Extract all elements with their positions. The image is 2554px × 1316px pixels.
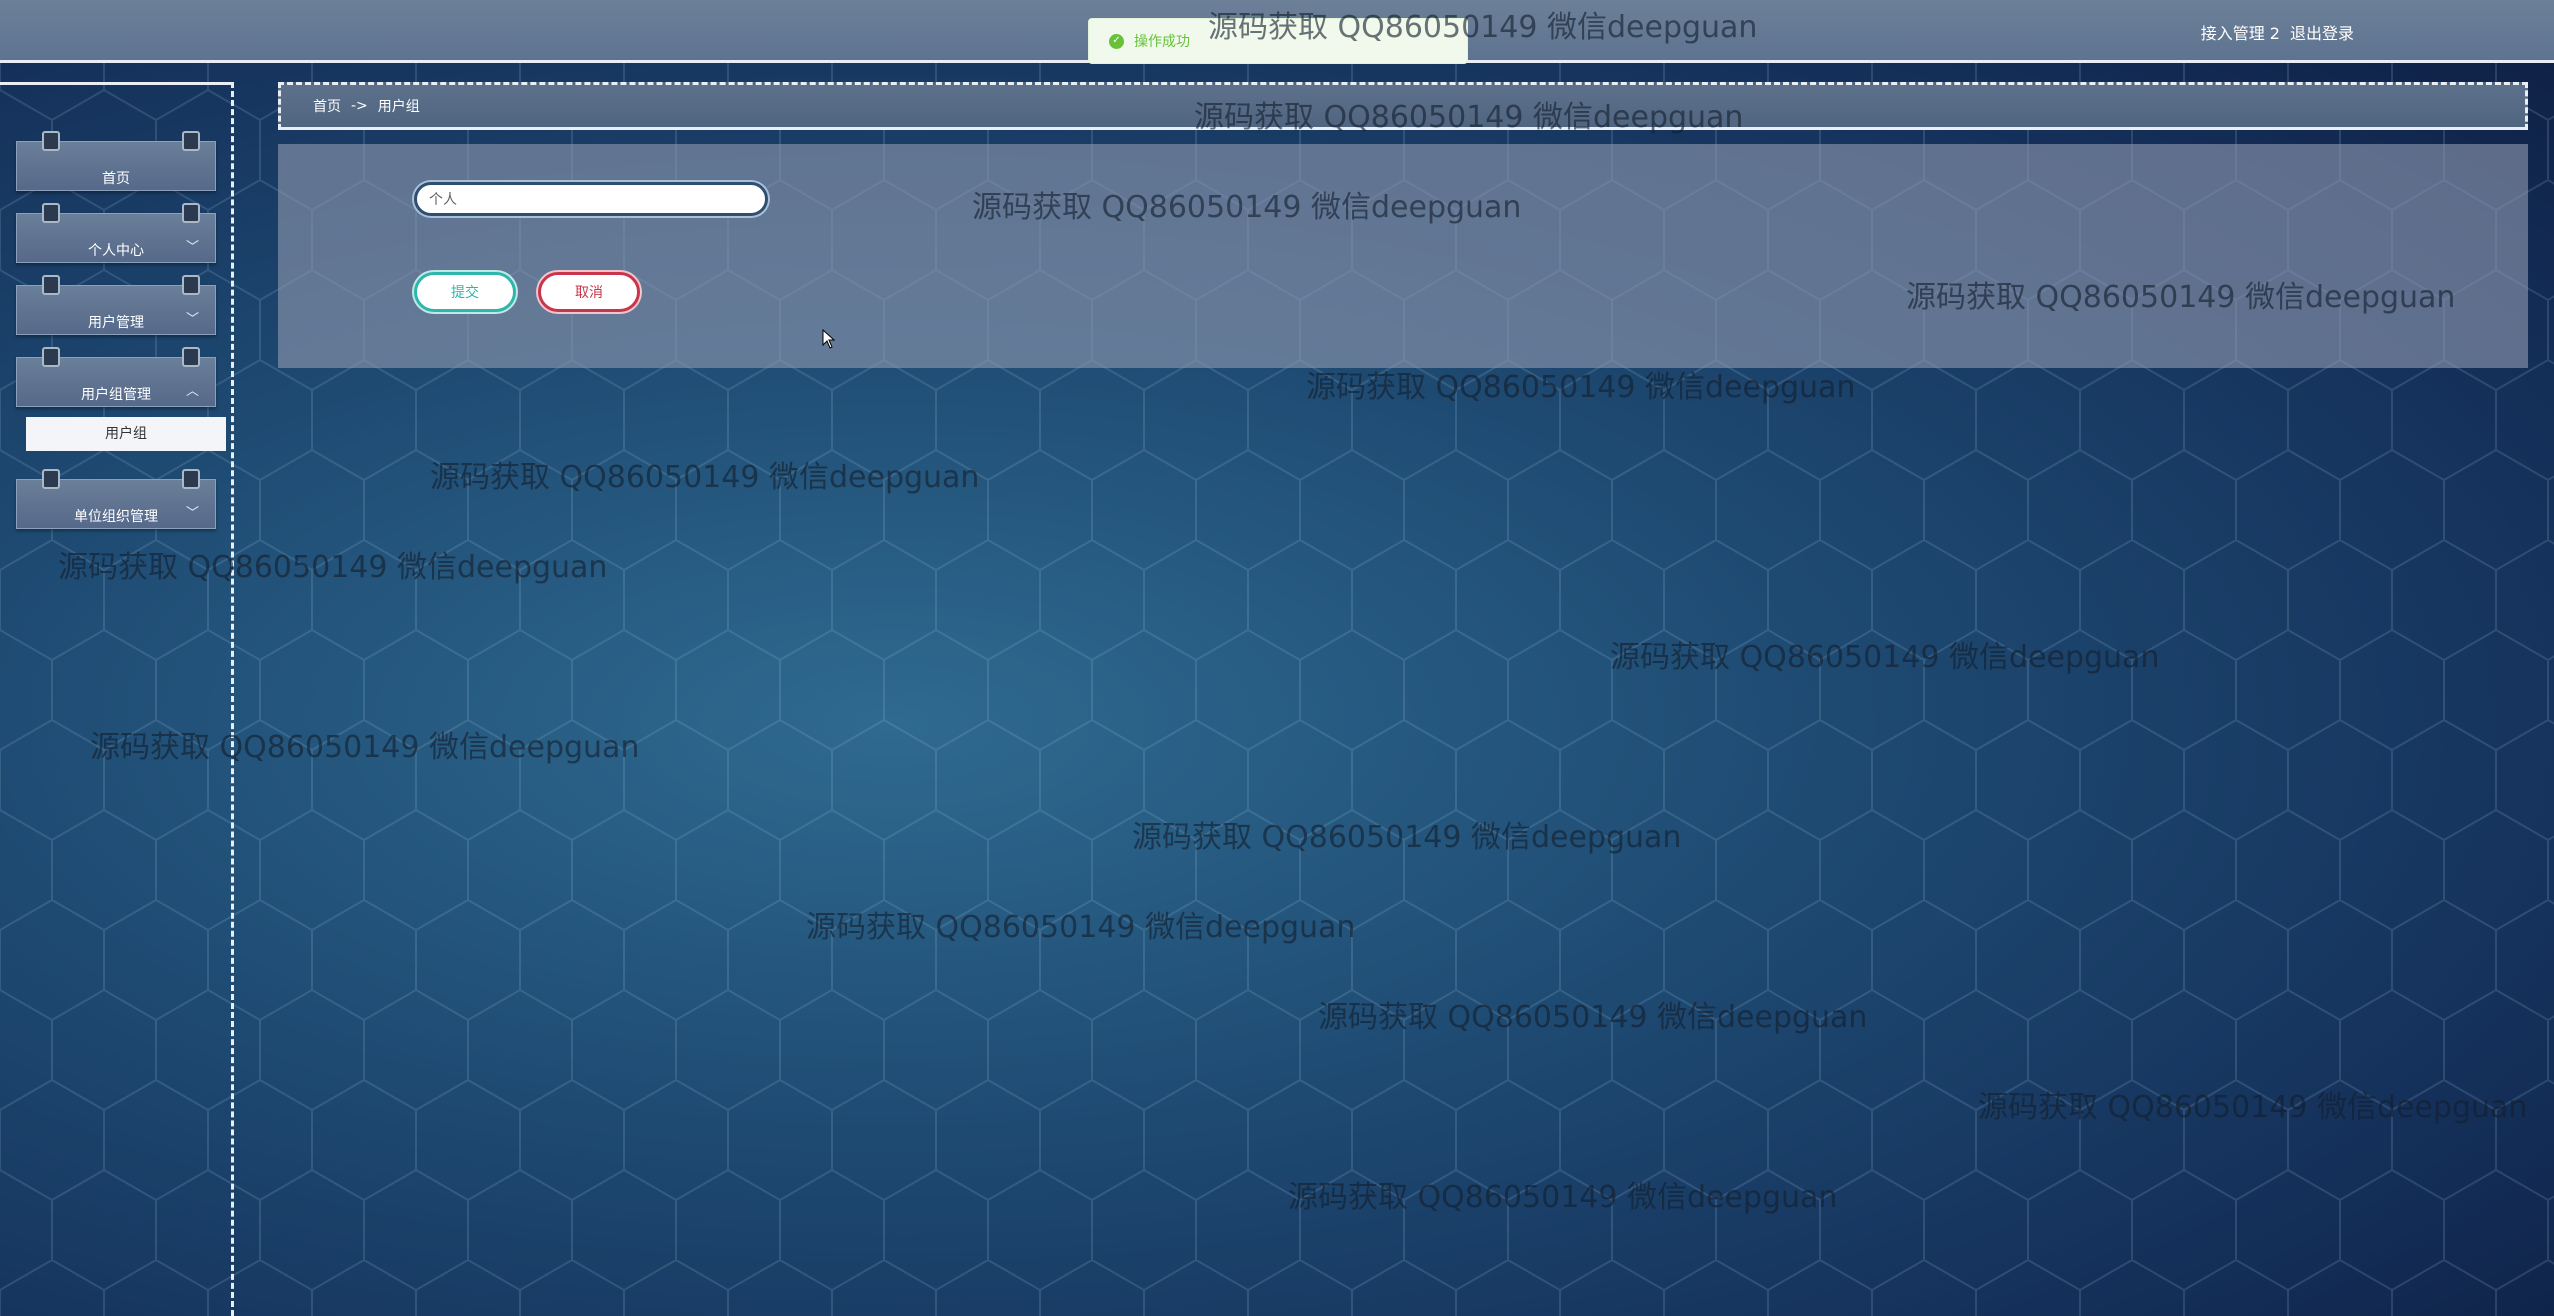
- clip-icon: [42, 131, 60, 151]
- clip-icon: [42, 275, 60, 295]
- toast-message: 操作成功: [1134, 34, 1190, 50]
- watermark-text: 源码获取 QQ86050149 微信deepguan: [1132, 820, 1682, 855]
- chevron-down-icon: ﹀: [185, 240, 199, 255]
- sidebar-item-user-management[interactable]: 用户管理 ﹀: [16, 275, 216, 335]
- watermark-text: 源码获取 QQ86050149 微信deepguan: [1306, 370, 1856, 405]
- sidebar-item-personal-center[interactable]: 个人中心 ﹀: [16, 203, 216, 263]
- watermark-text: 源码获取 QQ86050149 微信deepguan: [806, 910, 1356, 945]
- sidebar-menu: 首页 个人中心 ﹀ 用户管理 ﹀ 用户组管理 ︿ 用户组 单位组织管理 ﹀: [0, 82, 234, 1316]
- sidebar-item-org-management[interactable]: 单位组织管理 ﹀: [16, 469, 216, 529]
- submit-button[interactable]: 提交: [414, 272, 516, 312]
- chevron-down-icon: ﹀: [185, 506, 199, 521]
- sidebar-subitem-user-group[interactable]: 用户组: [26, 417, 226, 451]
- clip-icon: [182, 469, 200, 489]
- user-group-form: 用户组 提交 取消: [278, 144, 2528, 368]
- clip-icon: [182, 347, 200, 367]
- logout-link[interactable]: 退出登录: [2290, 20, 2354, 44]
- clip-icon: [42, 347, 60, 367]
- breadcrumb: 首页 -> 用户组: [278, 82, 2528, 130]
- sidebar-item-home[interactable]: 首页: [16, 131, 216, 191]
- mouse-cursor-icon: [822, 329, 836, 349]
- clip-icon: [42, 203, 60, 223]
- clip-icon: [42, 469, 60, 489]
- watermark-text: 源码获取 QQ86050149 微信deepguan: [430, 460, 980, 495]
- chevron-down-icon: ﹀: [185, 312, 199, 327]
- header-user-area: 接入管理 2 退出登录: [2201, 20, 2354, 44]
- sidebar-item-label: 首页: [102, 171, 130, 187]
- clip-icon: [182, 275, 200, 295]
- current-user-label: 接入管理 2: [2200, 24, 2280, 43]
- clip-icon: [182, 131, 200, 151]
- clip-icon: [182, 203, 200, 223]
- watermark-text: 源码获取 QQ86050149 微信deepguan: [1610, 640, 2160, 675]
- breadcrumb-separator: ->: [351, 98, 368, 114]
- cancel-button[interactable]: 取消: [538, 272, 640, 312]
- check-circle-icon: ✓: [1109, 33, 1124, 49]
- sidebar-item-user-group-management[interactable]: 用户组管理 ︿: [16, 347, 216, 407]
- watermark-text: 源码获取 QQ86050149 微信deepguan: [1978, 1090, 2528, 1125]
- breadcrumb-current: 用户组: [377, 99, 420, 115]
- watermark-text: 源码获取 QQ86050149 微信deepguan: [1318, 1000, 1868, 1035]
- user-group-input[interactable]: [414, 182, 768, 216]
- success-toast: ✓ 操作成功: [1088, 18, 1468, 64]
- watermark-text: 源码获取 QQ86050149 微信deepguan: [1288, 1180, 1838, 1215]
- chevron-up-icon: ︿: [185, 384, 199, 399]
- breadcrumb-home-link[interactable]: 首页: [313, 96, 341, 116]
